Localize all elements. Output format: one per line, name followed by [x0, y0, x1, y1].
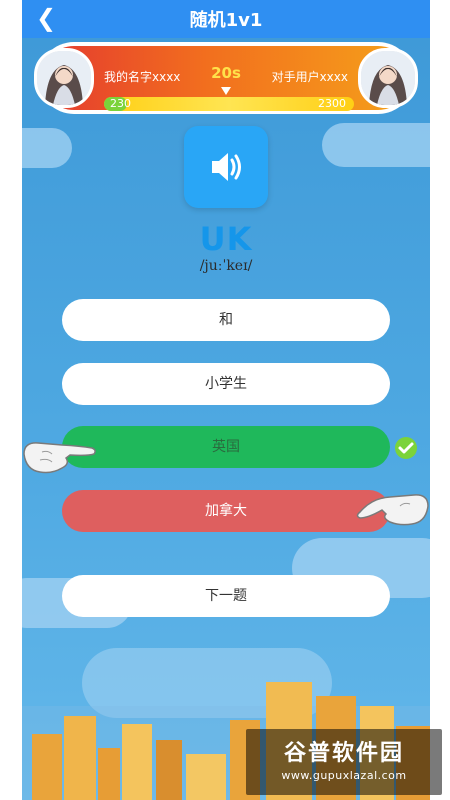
- option-2-button[interactable]: 小学生: [62, 363, 390, 405]
- speaker-icon: [212, 153, 241, 181]
- pointing-hand-left-icon: [22, 434, 98, 478]
- option-4-button-wrong[interactable]: 加拿大: [62, 490, 390, 532]
- my-avatar[interactable]: [34, 48, 94, 108]
- my-score: 230: [110, 97, 131, 110]
- phonetic-transcription: /juːˈkeɪ/: [199, 258, 253, 274]
- question-word: UK: [199, 220, 253, 258]
- opponent-score: 2300: [318, 97, 346, 110]
- next-question-button[interactable]: 下一题: [62, 575, 390, 617]
- avatar-image-icon: [361, 51, 415, 105]
- play-sound-button[interactable]: [184, 126, 268, 208]
- watermark-title: 谷普软件园: [283, 741, 404, 766]
- progress-marker-icon: [221, 87, 231, 95]
- watermark: 谷普软件园 www.gupuxlazal.com: [246, 729, 442, 795]
- pointing-hand-right-icon: [354, 484, 430, 528]
- battle-status-bar: 我的名字xxxx 20s 对手用户xxxx 230 2300: [34, 42, 418, 114]
- battle-status-inner: 我的名字xxxx 20s 对手用户xxxx 230 2300: [42, 46, 410, 111]
- watermark-url: www.gupuxlazal.com: [281, 769, 407, 782]
- countdown-timer: 20s: [211, 64, 241, 82]
- page-title: 随机1v1: [189, 10, 263, 31]
- title-bar: ❮ 随机1v1: [22, 0, 430, 38]
- avatar-image-icon: [37, 51, 91, 105]
- opponent-avatar[interactable]: [358, 48, 418, 108]
- option-3-button-correct[interactable]: 英国: [62, 426, 390, 468]
- app-screen: ❮ 随机1v1 我的名字xxxx 20s 对手用户xxxx 230 2300 U…: [22, 0, 430, 800]
- correct-check-icon: [395, 437, 417, 459]
- score-progress-bar: 230 2300: [104, 97, 354, 111]
- opponent-name: 对手用户xxxx: [271, 70, 348, 84]
- option-1-button[interactable]: 和: [62, 299, 390, 341]
